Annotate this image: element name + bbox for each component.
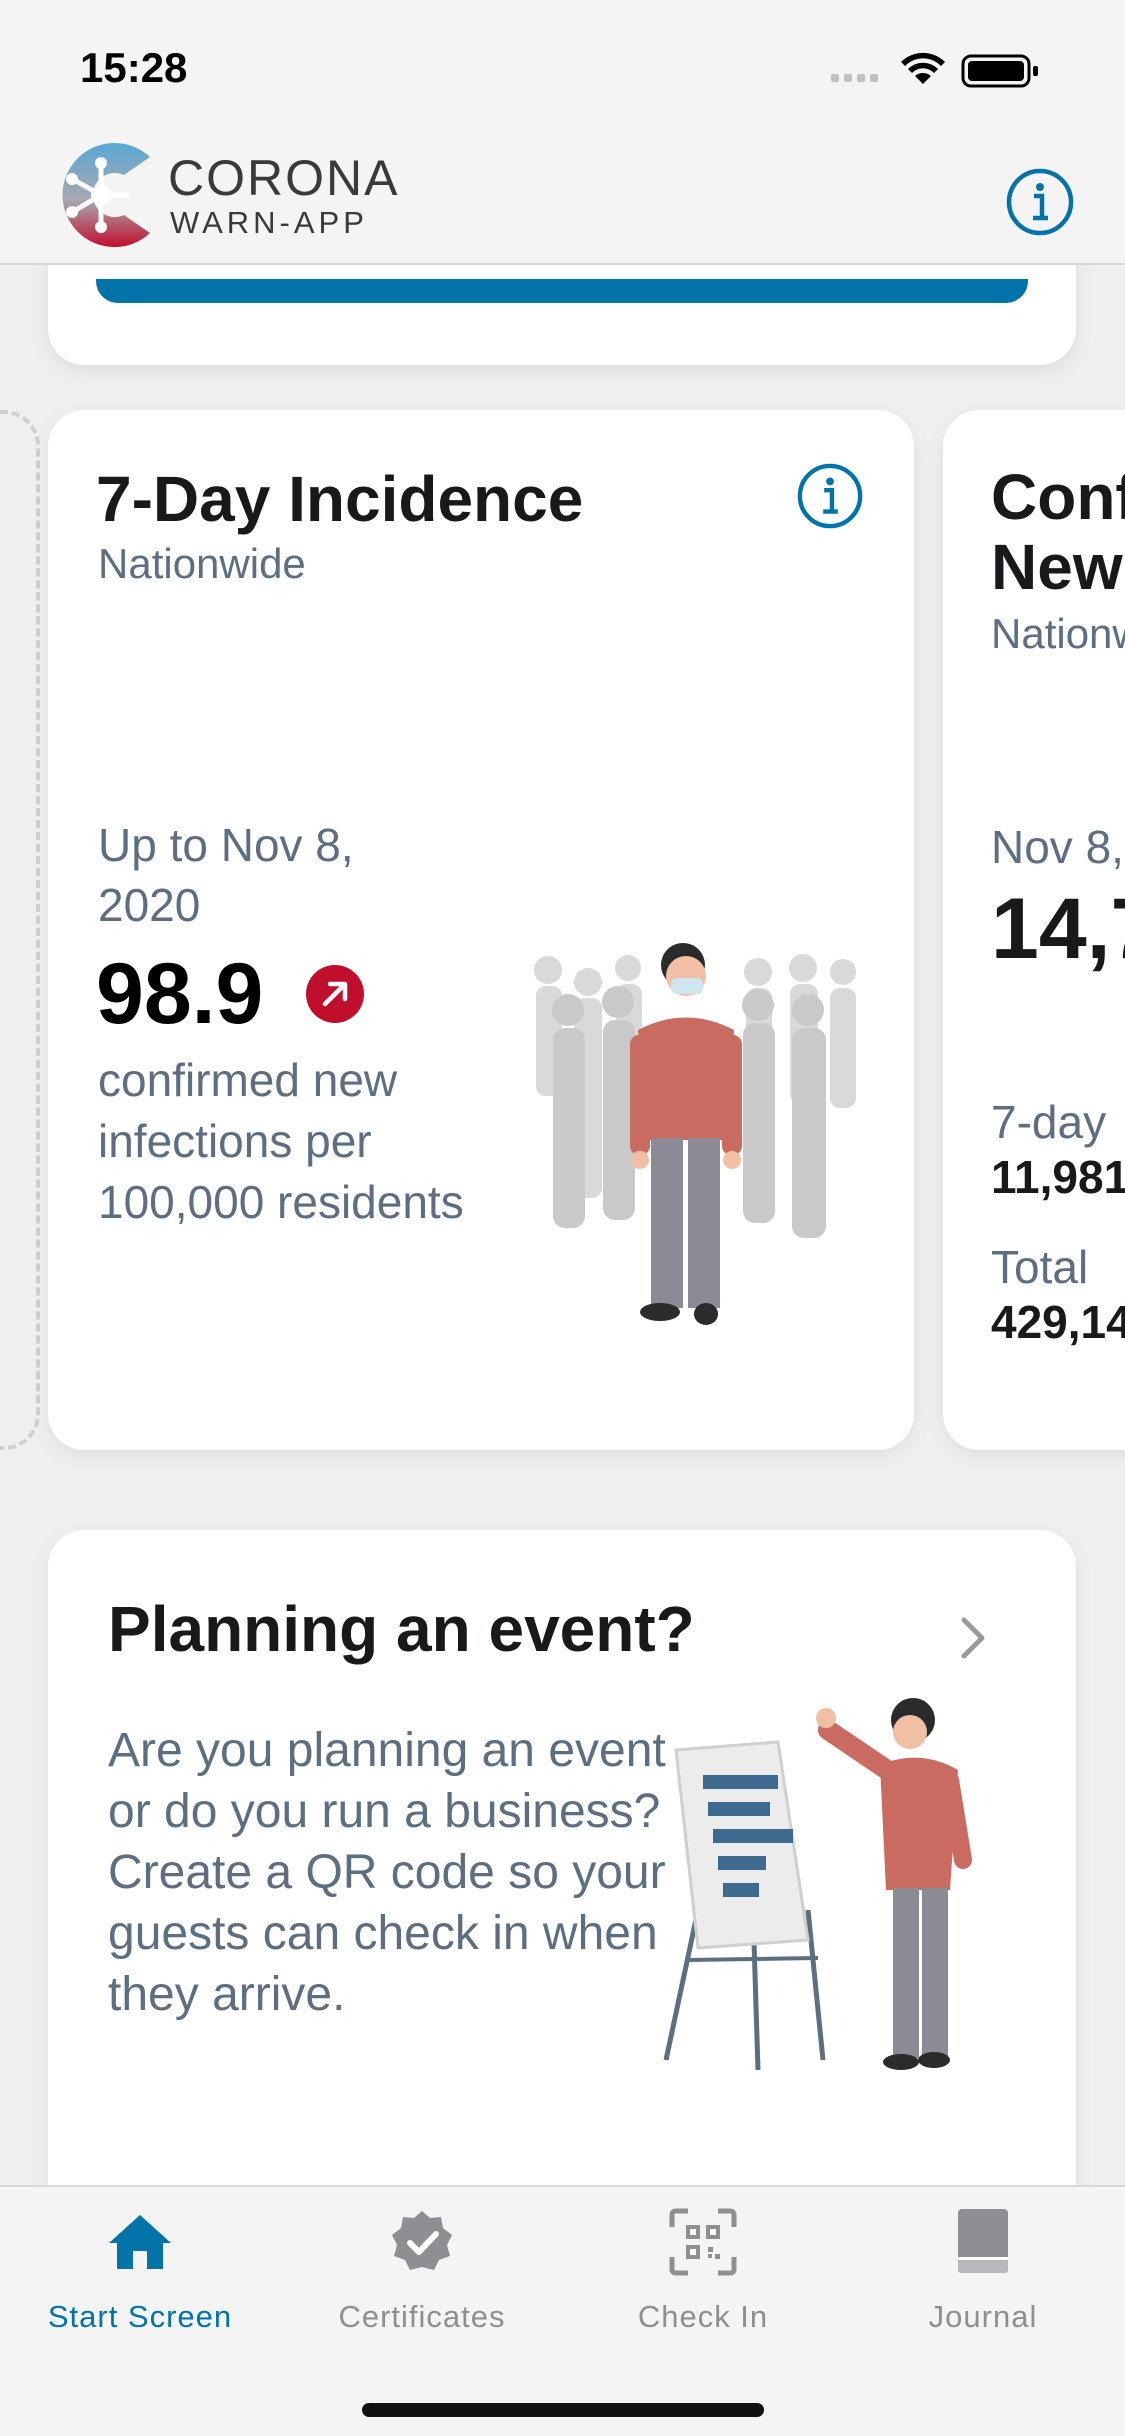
journal-icon [958,2209,1008,2273]
tab-label: Certificates [338,2299,506,2334]
status-icons [831,52,1038,88]
battery-icon [961,54,1038,88]
chevron-right-icon[interactable] [958,1616,988,1660]
home-icon [109,2215,171,2269]
app-logo-title: CORONA [168,150,400,206]
event-card-description: Are you planning an event or do you run … [108,1724,666,2021]
event-planning-card[interactable]: Planning an event? Are you planning an e… [48,1530,1076,2185]
new-infections-title-line1: Confirmed [991,461,1125,533]
crowd-illustration [534,943,856,1325]
event-card-title: Planning an event? [108,1593,695,1665]
add-statistic-card[interactable] [0,410,40,1450]
cellular-signal-icon [831,74,878,82]
tab-certificates[interactable]: Certificates [292,2207,552,2337]
info-icon[interactable] [1005,167,1075,237]
incidence-subtitle: Nationwide [98,540,306,587]
seven-day-label: 7-day [991,1096,1107,1148]
wifi-icon [901,52,945,84]
new-infections-value: 14,7 [991,881,1125,977]
new-infections-card: Confirmed New Infections Nationwide Nov … [943,410,1125,1450]
tab-bar: Start Screen Certificates Check In Journ… [0,2185,1125,2436]
previous-card-button[interactable] [96,279,1028,303]
incidence-value: 98.9 [96,946,264,1042]
tab-label: Journal [928,2299,1038,2334]
tab-journal[interactable]: Journal [853,2207,1113,2337]
home-indicator [362,2403,764,2417]
incidence-date: Up to Nov 8, 2020 [98,819,354,931]
incidence-card: 7-Day Incidence Nationwide Up to Nov 8, … [48,410,914,1450]
new-infections-subtitle: Nationwide [991,610,1125,657]
tab-check-in[interactable]: Check In [573,2207,833,2337]
status-bar: 15:28 [0,0,1125,135]
corona-logo-icon [62,143,150,247]
presentation-illustration [663,1698,972,2071]
qr-scan-icon [669,2208,737,2276]
tab-label: Check In [637,2299,769,2334]
nav-bar: CORONA WARN-APP [0,135,1125,265]
home-scroll-view[interactable]: 7-Day Incidence Nationwide Up to Nov 8, … [0,265,1125,2185]
status-time: 15:28 [80,44,188,91]
seven-day-value: 11,981 [991,1151,1125,1203]
new-infections-title: Confirmed New Infections [991,462,1125,602]
certificate-icon [392,2211,452,2270]
previous-card [48,265,1076,365]
trend-up-icon [306,965,364,1023]
tab-start-screen[interactable]: Start Screen [10,2207,270,2337]
total-value: 429,14 [991,1296,1125,1348]
app-logo-subtitle: WARN-APP [170,205,368,240]
new-infections-date: Nov 8, 2020 [991,821,1125,873]
incidence-title: 7-Day Incidence [96,463,584,535]
new-infections-title-line2: New Infections [991,531,1125,603]
incidence-description: confirmed new infections per 100,000 res… [98,1054,464,1228]
tab-label: Start Screen [47,2299,233,2334]
incidence-info-icon[interactable] [796,462,864,530]
total-label: Total [991,1241,1089,1293]
